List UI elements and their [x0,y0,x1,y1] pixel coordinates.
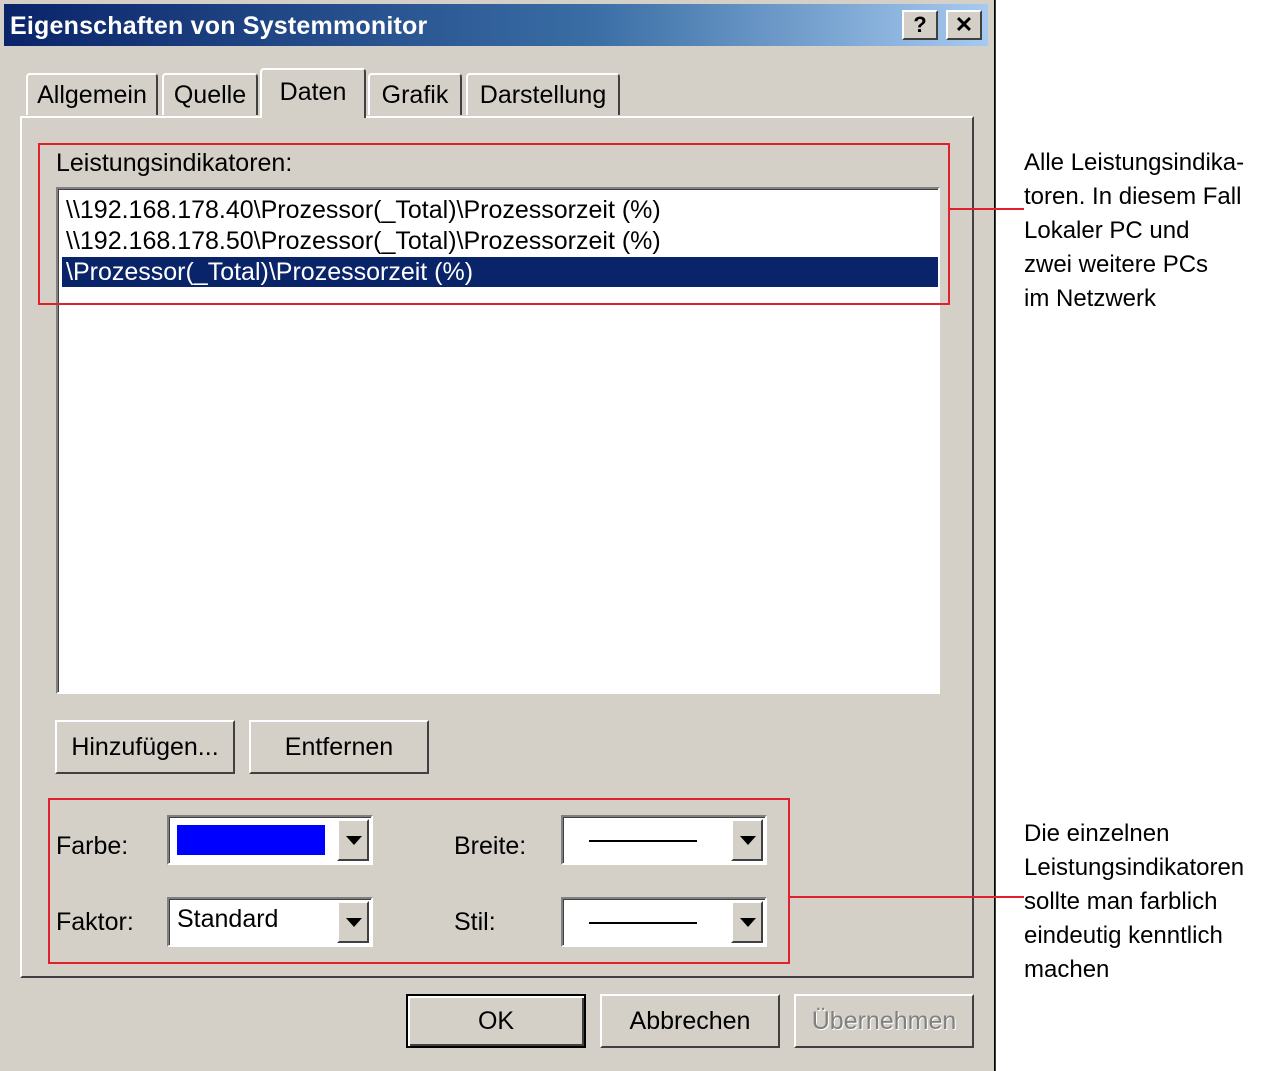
list-item[interactable]: \\192.168.178.50\Prozessor(_Total)\Proze… [62,226,938,256]
tab-quelle[interactable]: Quelle [162,73,258,115]
tab-darstellung[interactable]: Darstellung [466,73,620,115]
properties-leader-line [790,896,1024,898]
chevron-down-icon[interactable] [337,819,369,861]
chevron-down-icon[interactable] [337,901,369,943]
annotation-line: toren. In diesem Fall [1024,183,1242,210]
style-label: Stil: [454,908,496,936]
title-bar[interactable]: Eigenschaften von Systemmonitor ? ✕ [4,4,988,46]
counters-leader-line [950,208,1024,210]
window-title: Eigenschaften von Systemmonitor [10,12,428,40]
close-button[interactable]: ✕ [946,10,982,40]
annotation-line: zwei weitere PCs [1024,251,1209,278]
list-item[interactable]: \\192.168.178.40\Prozessor(_Total)\Proze… [62,195,938,225]
ok-button[interactable]: OK [406,994,586,1048]
counters-annotation: Alle Leistungsindika- toren. In diesem F… [1024,146,1274,316]
line-width-sample [589,840,697,842]
color-label: Farbe: [56,832,129,860]
counters-label: Leistungsindikatoren: [56,149,293,177]
annotation-line: Die einzelnen [1024,820,1170,847]
apply-button[interactable]: Übernehmen [794,994,974,1048]
annotation-line: Alle Leistungsindika- [1024,149,1245,176]
annotation-line: eindeutig kenntlich [1024,922,1223,949]
annotation-line: im Netzwerk [1024,285,1157,312]
chevron-down-icon[interactable] [731,901,763,943]
cancel-button[interactable]: Abbrechen [600,994,780,1048]
annotation-line: Leistungsindikatoren [1024,854,1245,881]
counters-listbox[interactable]: \\192.168.178.40\Prozessor(_Total)\Proze… [56,187,940,694]
line-style-sample [589,922,697,924]
annotation-line: Lokaler PC und [1024,217,1190,244]
properties-dialog: Eigenschaften von Systemmonitor ? ✕ Allg… [0,0,996,1071]
remove-counter-button[interactable]: Entfernen [249,720,429,774]
color-swatch [177,825,325,855]
tab-grafik[interactable]: Grafik [368,73,462,115]
factor-value: Standard [177,905,279,933]
properties-annotation: Die einzelnen Leistungsindikatoren sollt… [1024,817,1274,987]
list-item-selected[interactable]: \Prozessor(_Total)\Prozessorzeit (%) [62,257,938,287]
help-button[interactable]: ? [902,10,938,40]
tab-daten[interactable]: Daten [260,68,366,118]
annotation-line: sollte man farblich [1024,888,1218,915]
width-select[interactable] [561,815,767,865]
color-select[interactable] [167,815,373,865]
width-label: Breite: [454,832,527,860]
tab-allgemein[interactable]: Allgemein [26,73,158,115]
annotation-line: machen [1024,956,1110,983]
chevron-down-icon[interactable] [731,819,763,861]
add-counter-button[interactable]: Hinzufügen... [55,720,235,774]
style-select[interactable] [561,897,767,947]
factor-select[interactable]: Standard [167,897,373,947]
factor-label: Faktor: [56,908,134,936]
